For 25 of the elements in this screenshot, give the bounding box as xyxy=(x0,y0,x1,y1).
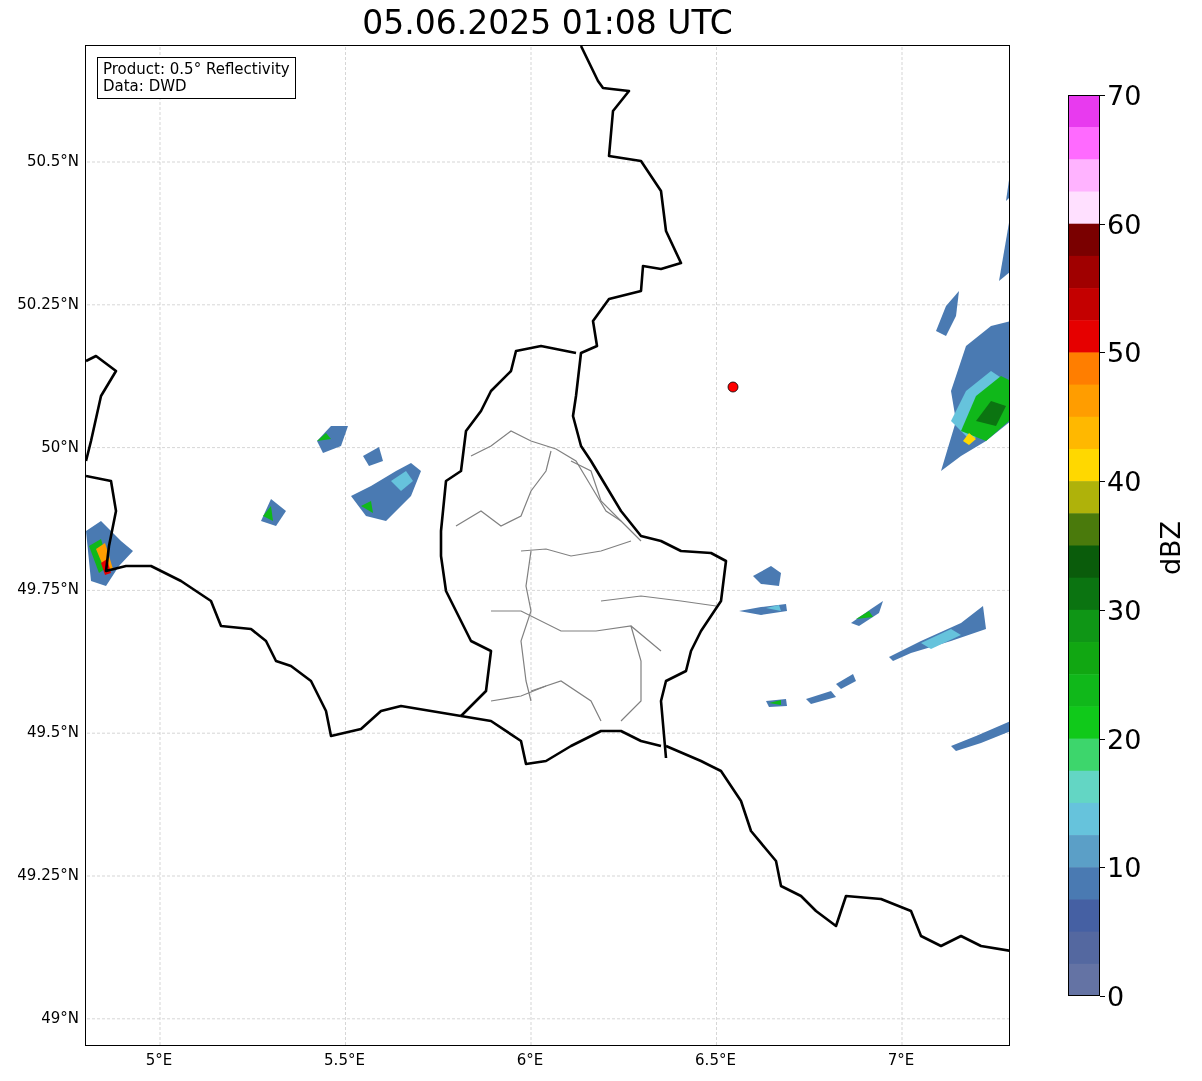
colorbar-tick-label: 0 xyxy=(1107,980,1125,1012)
colorbar-tick-label: 20 xyxy=(1107,723,1142,755)
longitude-label: 6.5°E xyxy=(695,1051,736,1069)
latitude-label: 49.25°N xyxy=(17,866,79,884)
info-text: Product: 0.5° Reflectivity xyxy=(103,61,290,78)
latitude-label: 49.75°N xyxy=(17,580,79,599)
chart-title: 05.06.2025 01:08 UTC xyxy=(361,2,734,44)
colorbar-tick-label: 30 xyxy=(1107,594,1142,626)
colorbar-tick-label: 10 xyxy=(1107,851,1142,883)
longitude-label: 5°E xyxy=(145,1051,173,1069)
longitude-label: 6°E xyxy=(516,1051,544,1069)
longitude-label: 5.5°E xyxy=(324,1051,365,1069)
colorbar-tick-label: 50 xyxy=(1107,336,1142,368)
longitude-label: 7°E xyxy=(887,1051,915,1069)
info-text: Data: DWD xyxy=(103,78,188,95)
latitude-label: 50.25°N xyxy=(17,294,79,313)
colorbar-label: dBZ xyxy=(1154,520,1186,576)
latitude-label: 49.5°N xyxy=(26,723,79,742)
location-marker xyxy=(727,381,739,393)
latitude-label: 50.5°N xyxy=(26,152,79,170)
colorbar-tick-label: 60 xyxy=(1107,208,1142,240)
latitude-label: 50°N xyxy=(41,437,79,456)
latitude-label: 49°N xyxy=(41,1008,79,1027)
colorbar-tick-label: 70 xyxy=(1107,79,1142,111)
colorbar-tick-label: 40 xyxy=(1107,465,1142,497)
